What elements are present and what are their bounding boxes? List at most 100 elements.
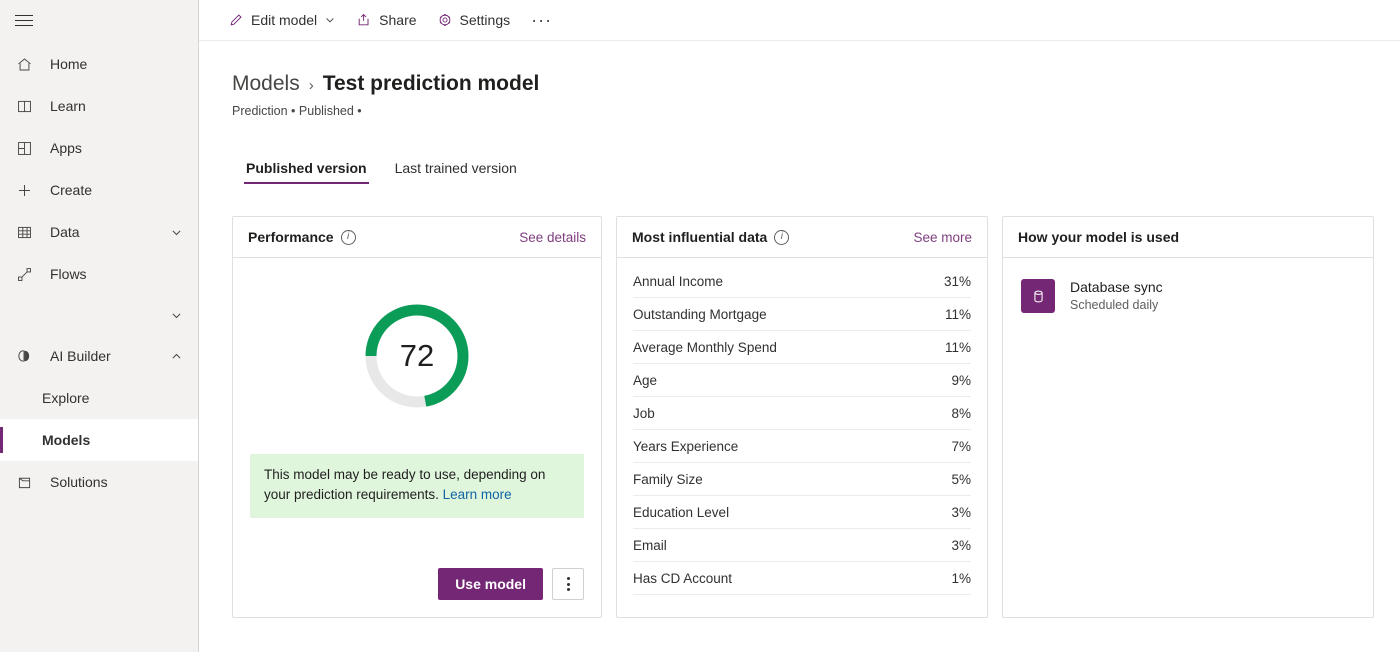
use-model-button[interactable]: Use model [438,568,543,600]
version-tabs: Published version Last trained version [232,148,1400,184]
pencil-icon [228,12,244,28]
influential-data-name: Outstanding Mortgage [633,307,945,322]
sidebar-item-label: Solutions [50,475,198,489]
influential-data-row: Average Monthly Spend11% [633,331,971,364]
usage-item-subtitle: Scheduled daily [1070,297,1163,315]
sidebar-item-ai-builder[interactable]: AI Builder [0,335,198,377]
chevron-down-icon[interactable] [164,220,188,244]
influential-data-list: Annual Income31%Outstanding Mortgage11%A… [617,258,987,595]
influential-data-value: 8% [951,406,971,421]
usage-title-text: How your model is used [1018,229,1179,245]
database-icon [1021,279,1055,313]
performance-title-text: Performance [248,229,334,245]
influential-card-title: Most influential data i [632,229,789,245]
tab-published-version[interactable]: Published version [232,161,381,184]
see-details-link[interactable]: See details [519,230,586,245]
edit-model-button[interactable]: Edit model [219,3,345,37]
chevron-down-icon[interactable] [324,14,336,26]
performance-more-options-button[interactable] [552,568,584,600]
sidebar-item-solutions[interactable]: Solutions [0,461,198,503]
info-icon[interactable]: i [341,230,356,245]
main-content: Edit model Share [199,0,1400,652]
tab-last-trained-version[interactable]: Last trained version [381,161,531,184]
influential-data-row: Email3% [633,529,971,562]
influential-data-row: Outstanding Mortgage11% [633,298,971,331]
table-icon [14,222,34,242]
page-title: Test prediction model [323,73,540,94]
influential-data-value: 3% [951,505,971,520]
sidebar-item-explore[interactable]: Explore [0,377,198,419]
page-body: Models › Test prediction model Predictio… [199,41,1400,618]
influential-data-name: Family Size [633,472,951,487]
influential-data-name: Average Monthly Spend [633,340,945,355]
performance-score: 72 [362,301,472,411]
sidebar-item-create[interactable]: Create [0,169,198,211]
sidebar-item-data[interactable]: Data [0,211,198,253]
influential-data-value: 9% [951,373,971,388]
influential-data-row: Education Level3% [633,496,971,529]
influential-data-value: 11% [945,340,971,355]
breadcrumb-separator-icon: › [309,78,314,93]
sidebar-group-toggle[interactable] [0,295,198,335]
model-meta: Prediction • Published • [232,104,1400,118]
influential-data-row: Years Experience7% [633,430,971,463]
usage-card-title: How your model is used [1018,229,1179,245]
cards-row: Performance i See details [232,216,1400,618]
influential-data-name: Education Level [633,505,951,520]
gear-icon [437,12,453,28]
usage-item-name: Database sync [1070,278,1163,297]
sidebar-item-label: Home [50,57,198,71]
performance-card-header: Performance i See details [233,217,601,258]
performance-status-banner: This model may be ready to use, dependin… [250,454,584,518]
settings-label: Settings [460,12,511,28]
sidebar-nav: Home Learn Apps [0,43,198,503]
chevron-down-icon[interactable] [164,303,188,327]
app-root: Home Learn Apps [0,0,1400,652]
performance-card-footer: Use model [250,568,584,617]
see-more-link[interactable]: See more [913,230,972,245]
performance-gauge-wrapper: 72 [250,258,584,454]
usage-list-item[interactable]: Database syncScheduled daily [1021,278,1355,314]
sidebar-item-models[interactable]: Models [0,419,198,461]
sidebar: Home Learn Apps [0,0,199,652]
ellipsis-icon: ··· [531,10,552,31]
influential-data-value: 1% [951,571,971,586]
plus-icon [14,180,34,200]
hamburger-icon [15,11,33,30]
share-button[interactable]: Share [347,3,425,37]
influential-data-value: 31% [944,274,971,289]
influential-data-row: Has CD Account1% [633,562,971,595]
edit-model-label: Edit model [251,12,317,28]
influential-data-value: 11% [945,307,971,322]
settings-button[interactable]: Settings [428,3,520,37]
performance-card: Performance i See details [232,216,602,618]
sidebar-item-label: Flows [50,267,198,281]
solutions-icon [14,472,34,492]
breadcrumb-parent-link[interactable]: Models [232,73,300,94]
sidebar-item-learn[interactable]: Learn [0,85,198,127]
sidebar-item-home[interactable]: Home [0,43,198,85]
info-icon[interactable]: i [774,230,789,245]
performance-card-title: Performance i [248,229,356,245]
sidebar-item-flows[interactable]: Flows [0,253,198,295]
flows-icon [14,264,34,284]
book-icon [14,96,34,116]
model-usage-card: How your model is used Database syncSche… [1002,216,1374,618]
influential-data-value: 5% [951,472,971,487]
overflow-menu-button[interactable]: ··· [521,3,562,37]
tab-label: Published version [246,160,367,176]
chevron-up-icon[interactable] [164,344,188,368]
usage-card-header: How your model is used [1003,217,1373,258]
influential-data-row: Job8% [633,397,971,430]
sidebar-item-apps[interactable]: Apps [0,127,198,169]
influential-data-name: Age [633,373,951,388]
influential-data-row: Annual Income31% [633,265,971,298]
sidebar-item-label: AI Builder [50,349,164,363]
sidebar-item-label: Explore [42,391,198,405]
command-bar: Edit model Share [199,0,1400,41]
sidebar-item-label: Learn [50,99,198,113]
hamburger-menu-button[interactable] [0,0,48,40]
learn-more-link[interactable]: Learn more [443,487,512,502]
sidebar-item-label: Apps [50,141,198,155]
ai-builder-brain-icon [14,346,34,366]
